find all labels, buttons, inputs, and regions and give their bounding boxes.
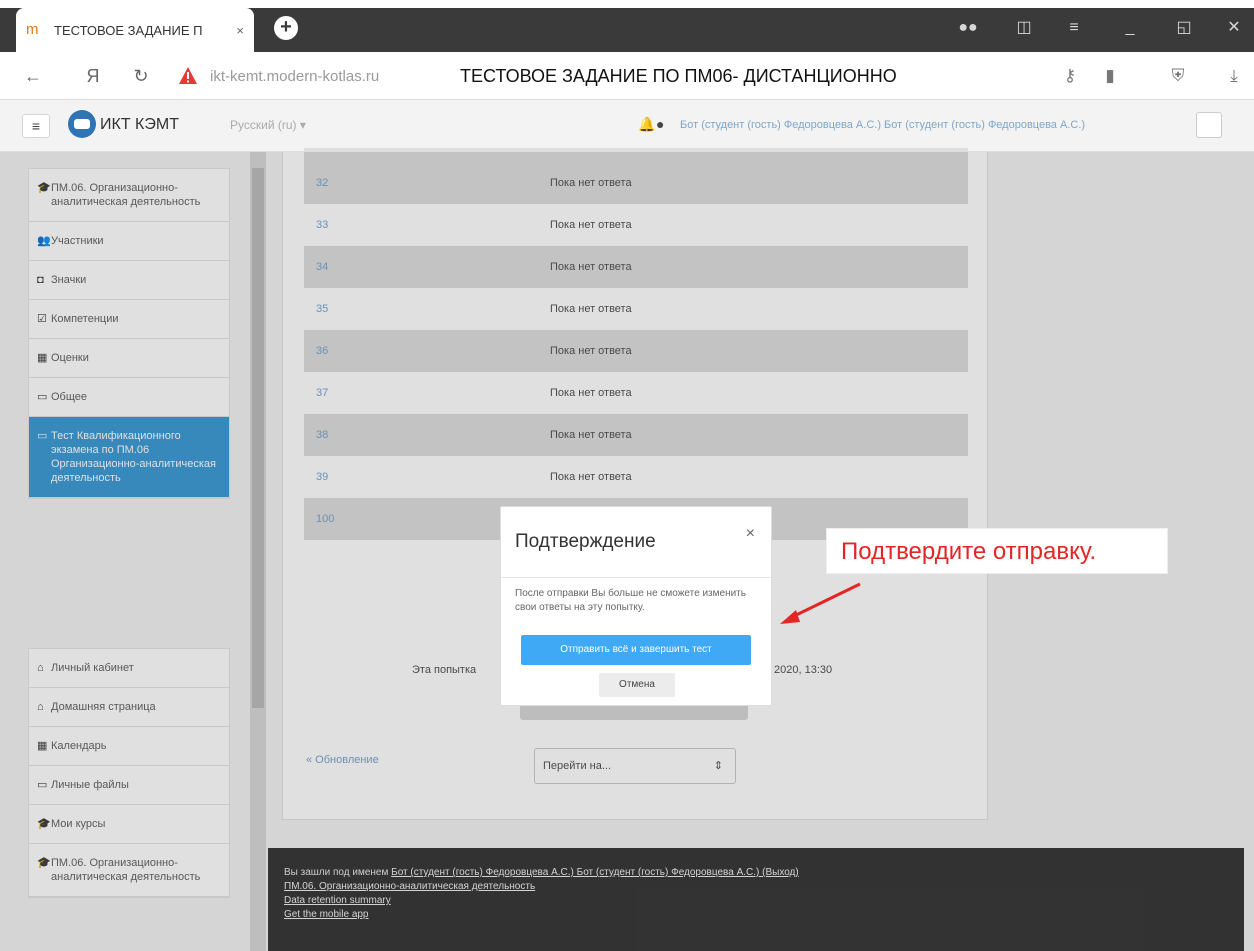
user-menu[interactable]: Бот (студент (гость) Федоровцева А.С.) Б…	[680, 118, 1188, 132]
dialog-divider	[501, 577, 771, 578]
collections-icon[interactable]: ◫	[1012, 18, 1036, 38]
confirmation-dialog: Подтверждение × После отправки Вы больше…	[500, 506, 772, 706]
warning-icon[interactable]	[178, 66, 198, 86]
key-icon[interactable]: ⚷	[1058, 66, 1082, 86]
protect-icon[interactable]: ⛨	[1166, 66, 1190, 86]
page-title[interactable]: ТЕСТОВОЕ ЗАДАНИЕ ПО ПМ06- ДИСТАНЦИОННО	[460, 64, 897, 88]
avatar[interactable]	[1196, 112, 1222, 138]
annotation-callout: Подтвердите отправку.	[826, 528, 1168, 574]
hamburger-menu-icon[interactable]: ≡	[22, 114, 50, 138]
submit-and-finish-button[interactable]: Отправить всё и завершить тест	[521, 635, 751, 665]
browser-tab[interactable]: m ТЕСТОВОЕ ЗАДАНИЕ П ×	[16, 8, 254, 52]
reload-icon[interactable]: ↻	[130, 66, 152, 86]
site-name[interactable]: ИКТ КЭМТ	[100, 114, 179, 136]
language-selector[interactable]: Русский (ru) ▾	[230, 117, 306, 133]
dialog-message: После отправки Вы больше не сможете изме…	[515, 588, 746, 613]
yandex-logo-icon[interactable]: Я	[82, 66, 104, 86]
menu-icon[interactable]: ≡	[1062, 18, 1086, 38]
site-logo-icon[interactable]	[68, 110, 96, 138]
notification-bell-icon[interactable]: 🔔	[638, 116, 655, 133]
close-icon[interactable]: ×	[746, 525, 755, 543]
back-arrow-icon[interactable]: ←	[22, 66, 44, 86]
tab-title: ТЕСТОВОЕ ЗАДАНИЕ П	[54, 22, 203, 38]
annotation-arrow-icon	[780, 582, 861, 624]
new-tab-button[interactable]: +	[274, 16, 298, 40]
bookmark-icon[interactable]: ▮	[1098, 66, 1122, 86]
tab-close-icon[interactable]: ×	[236, 23, 244, 38]
url-host[interactable]: ikt-kemt.modern-kotlas.ru	[210, 66, 379, 88]
restore-icon[interactable]: ◱	[1172, 18, 1196, 38]
browser-tab-bar: m ТЕСТОВОЕ ЗАДАНИЕ П × + ●● ◫ ≡ _ ◱ ✕	[0, 0, 1254, 54]
messages-icon[interactable]: ●	[656, 116, 664, 132]
site-navbar: ≡ ИКТ КЭМТ Русский (ru) ▾ 🔔 ● Бот (студе…	[0, 100, 1254, 152]
download-icon[interactable]: ⤓	[1222, 66, 1246, 86]
dialog-title: Подтверждение	[515, 531, 656, 552]
cancel-button[interactable]: Отмена	[599, 673, 675, 697]
glasses-icon[interactable]: ●●	[956, 18, 980, 38]
address-bar: ← Я ↻ ikt-kemt.modern-kotlas.ru ТЕСТОВОЕ…	[0, 54, 1254, 100]
moodle-favicon-icon: m	[26, 21, 39, 38]
close-window-icon[interactable]: ✕	[1222, 18, 1246, 38]
minimize-icon[interactable]: _	[1118, 18, 1142, 38]
